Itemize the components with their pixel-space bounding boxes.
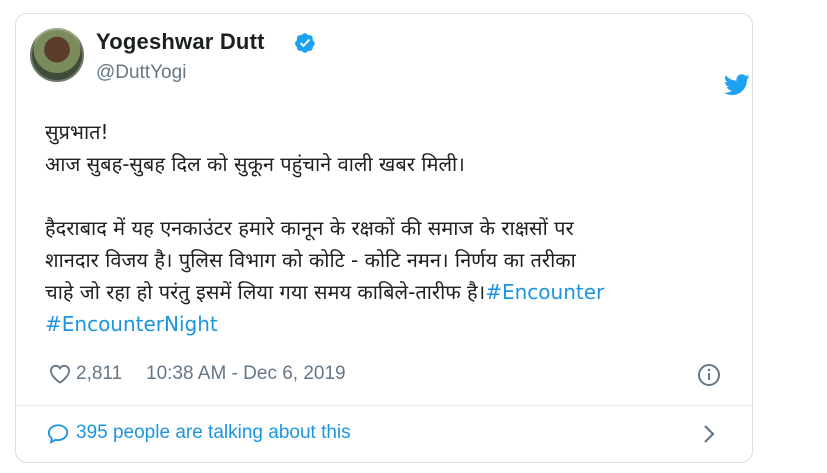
chevron-right-icon[interactable] bbox=[702, 424, 716, 444]
author-handle[interactable]: @DuttYogi bbox=[96, 62, 186, 84]
tweet-line: #EncounterNight bbox=[45, 308, 735, 340]
tweet-line: हैदराबाद में यह एनकाउंटर हमारे कानून के … bbox=[45, 216, 574, 240]
author-name[interactable]: Yogeshwar Dutt bbox=[96, 29, 265, 55]
tweet-line: सुप्रभात! bbox=[45, 120, 109, 144]
verified-badge-icon bbox=[295, 33, 315, 53]
talking-text[interactable]: 395 people are talking about this bbox=[76, 422, 351, 444]
heart-icon[interactable] bbox=[49, 364, 71, 384]
hashtag-encounternight[interactable]: #EncounterNight bbox=[45, 312, 218, 336]
avatar[interactable] bbox=[30, 28, 84, 82]
tweet-header: Yogeshwar Dutt @DuttYogi bbox=[30, 28, 750, 96]
tweet-line: शानदार विजय है। पुलिस विभाग को कोटि - को… bbox=[45, 248, 576, 272]
tweet-line: चाहे जो रहा हो परंतु इसमें लिया गया समय … bbox=[45, 276, 735, 308]
comment-bubble-icon bbox=[47, 424, 69, 444]
timestamp[interactable]: 10:38 AM - Dec 6, 2019 bbox=[146, 363, 346, 385]
divider bbox=[16, 405, 753, 406]
like-count[interactable]: 2,811 bbox=[76, 363, 122, 385]
tweet-line-text: चाहे जो रहा हो परंतु इसमें लिया गया समय … bbox=[45, 280, 486, 304]
info-icon[interactable] bbox=[697, 363, 721, 387]
tweet-body: सुप्रभात! आज सुबह-सुबह दिल को सुकून पहुं… bbox=[45, 116, 735, 340]
tweet-line: आज सुबह-सुबह दिल को सुकून पहुंचाने वाली … bbox=[45, 152, 465, 176]
hashtag-encounter[interactable]: #Encounter bbox=[485, 280, 604, 304]
twitter-bird-icon[interactable] bbox=[724, 74, 750, 96]
